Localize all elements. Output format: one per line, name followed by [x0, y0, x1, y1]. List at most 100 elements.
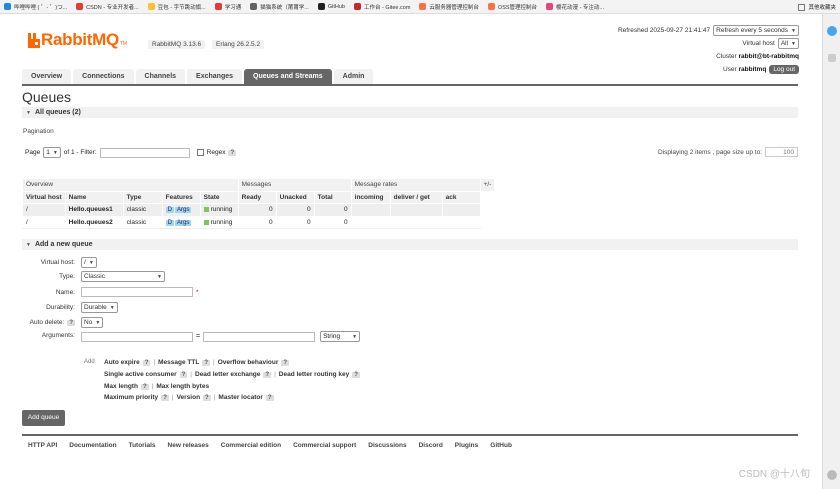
help-icon[interactable]: ?: [352, 371, 360, 378]
help-icon[interactable]: ?: [67, 319, 75, 326]
tab-connections[interactable]: Connections: [73, 69, 134, 84]
help-icon[interactable]: ?: [179, 371, 188, 378]
durability-select[interactable]: Durable ▼: [81, 302, 118, 313]
bookmark[interactable]: CSDN - 专业开发者...: [76, 3, 139, 11]
argument-hints-row: Auto expire? | Message TTL? | Overflow beh…: [104, 359, 290, 366]
auto-delete-select[interactable]: No ▼: [81, 317, 104, 328]
footer-link-commercial-edition[interactable]: Commercial edition: [221, 442, 281, 449]
hint-dead-letter-routing-key[interactable]: Dead letter routing key: [279, 371, 349, 378]
queue-name-link[interactable]: Hello.queues2: [64, 215, 124, 229]
hint-max-length-bytes[interactable]: Max length bytes: [156, 383, 209, 390]
folder-icon: [798, 3, 806, 11]
copilot-icon[interactable]: [827, 26, 837, 36]
add-icon[interactable]: [828, 54, 836, 62]
footer-link-http-api[interactable]: HTTP API: [28, 442, 57, 449]
add-queue-toggle[interactable]: ▼ Add a new queue: [22, 239, 798, 250]
page-select[interactable]: 1 ▼: [43, 147, 61, 158]
col-incoming[interactable]: incoming: [350, 190, 391, 204]
help-icon[interactable]: ?: [140, 383, 149, 390]
help-icon[interactable]: ?: [202, 359, 210, 366]
regex-checkbox[interactable]: [196, 149, 204, 156]
hint-maximum-priority[interactable]: Maximum priority: [104, 394, 158, 401]
col-unacked[interactable]: Unacked: [275, 190, 315, 204]
type-select[interactable]: Classic ▼: [81, 271, 165, 282]
col-ack[interactable]: ack: [441, 190, 481, 204]
tab-channels[interactable]: Channels: [135, 69, 186, 84]
page-size-input[interactable]: 100: [765, 147, 798, 157]
bookmark[interactable]: OSS管理控制台: [487, 3, 537, 11]
help-icon[interactable]: ?: [203, 394, 211, 401]
table-row[interactable]: / Hello.queues2 classic D Args running 0 …: [22, 215, 496, 229]
footer-link-plugins[interactable]: Plugins: [455, 442, 478, 449]
queue-name-link[interactable]: Hello.queues1: [64, 203, 124, 217]
filter-input[interactable]: [99, 147, 190, 158]
durability-row: Durability: Durable ▼: [22, 302, 118, 313]
tab-queues[interactable]: Queues and Streams: [244, 69, 332, 84]
refresh-select[interactable]: Refresh every 5 seconds ▼: [713, 25, 799, 36]
argument-value-input[interactable]: [203, 331, 316, 342]
col-name[interactable]: Name: [64, 190, 124, 204]
add-argument-link[interactable]: Add: [84, 359, 95, 365]
col-virtual-host[interactable]: Virtual host: [22, 190, 66, 204]
hint-max-length[interactable]: Max length: [104, 383, 138, 390]
bookmark[interactable]: 豆包 - 字节跳动旗...: [147, 3, 206, 11]
bookmark[interactable]: 学习通: [214, 3, 241, 11]
col-state[interactable]: State: [199, 190, 239, 204]
bookmark[interactable]: 猫猫系统（莆莆学...: [250, 3, 309, 11]
bookmark-favicon: [214, 3, 222, 10]
col-deliver-get[interactable]: deliver / get: [389, 190, 443, 204]
help-icon[interactable]: ?: [228, 149, 237, 156]
bookmark[interactable]: 哔哩哔哩 ( ゜- ゜)つ...: [4, 3, 67, 11]
argument-key-input[interactable]: [81, 331, 193, 342]
help-icon[interactable]: ?: [161, 394, 169, 401]
footer-link-tutorials[interactable]: Tutorials: [129, 442, 156, 449]
hint-version[interactable]: Version: [177, 394, 200, 401]
help-icon[interactable]: ?: [281, 359, 290, 366]
bookmark[interactable]: 云服务器管理控制台: [419, 3, 479, 11]
hint-message-ttl[interactable]: Message TTL: [158, 359, 199, 366]
tab-exchanges[interactable]: Exchanges: [187, 69, 243, 84]
col-ready[interactable]: Ready: [237, 190, 277, 204]
table-row[interactable]: / Hello.queues1 classic D Args running 0 …: [22, 203, 496, 217]
help-icon[interactable]: ?: [265, 394, 274, 401]
footer-link-commercial-support[interactable]: Commercial support: [293, 442, 356, 449]
vhost-select[interactable]: All ▼: [777, 38, 799, 49]
group-overview: Overview: [22, 178, 239, 192]
args-badge: Args: [174, 207, 192, 214]
col-features[interactable]: Features: [161, 190, 201, 204]
columns-toggle[interactable]: +/-: [479, 178, 496, 192]
vhost-select[interactable]: / ▼: [81, 257, 97, 268]
all-queues-toggle[interactable]: ▼ All queues (2): [22, 107, 798, 118]
add-queue-button[interactable]: Add queue: [22, 410, 65, 426]
hint-overflow-behaviour[interactable]: Overflow behaviour: [218, 359, 279, 366]
chevron-down-icon: ▼: [791, 27, 796, 34]
hint-single-active-consumer[interactable]: Single active consumer: [104, 371, 177, 378]
help-icon[interactable]: ?: [263, 371, 272, 378]
help-icon[interactable]: ?: [142, 359, 151, 366]
bookmark[interactable]: 工作台 - Gitee.com: [353, 3, 410, 11]
hint-dead-letter-exchange[interactable]: Dead letter exchange: [195, 371, 260, 378]
col-type[interactable]: Type: [122, 190, 163, 204]
tab-overview[interactable]: Overview: [22, 69, 72, 84]
bookmark[interactable]: 樱花动漫 - 专注动...: [546, 3, 604, 11]
argument-hints-row: Max length? | Max length bytes: [104, 383, 210, 390]
hint-auto-expire[interactable]: Auto expire: [104, 359, 140, 366]
settings-icon[interactable]: [827, 470, 837, 480]
tab-admin[interactable]: Admin: [333, 69, 374, 84]
footer-link-documentation[interactable]: Documentation: [69, 442, 116, 449]
bookmark-favicon: [353, 3, 361, 10]
bookmark-favicon: [4, 3, 11, 10]
chevron-down-icon: ▼: [52, 149, 58, 156]
name-row: Name: *: [55, 287, 199, 297]
col-total[interactable]: Total: [313, 190, 352, 204]
footer-link-new-releases[interactable]: New releases: [168, 442, 209, 449]
footer-link-discussions[interactable]: Discussions: [368, 442, 406, 449]
footer-link-github[interactable]: GitHub: [490, 442, 512, 449]
hint-master-locator[interactable]: Master locator: [218, 394, 262, 401]
bookmarks-folder[interactable]: 其他收藏夹: [798, 3, 836, 11]
footer-link-discord[interactable]: Discord: [419, 442, 443, 449]
argument-type-select[interactable]: String ▼: [320, 331, 361, 342]
bookmark[interactable]: GitHub: [317, 3, 345, 10]
rabbit-icon: [28, 32, 40, 48]
queue-name-input[interactable]: [81, 287, 193, 297]
